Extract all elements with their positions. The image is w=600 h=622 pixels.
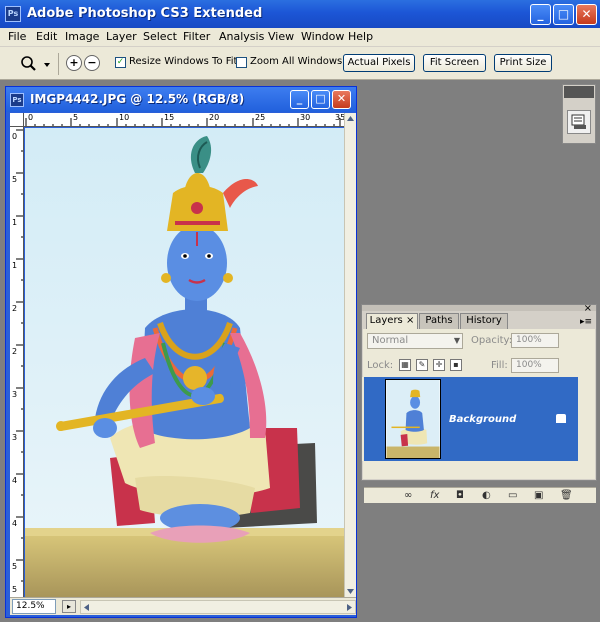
opacity-label: Opacity: bbox=[471, 335, 513, 346]
chevron-down-icon: ▼ bbox=[453, 336, 460, 345]
new-layer-icon[interactable]: ▣ bbox=[534, 490, 543, 501]
ruler-label: 0 bbox=[28, 113, 34, 122]
options-separator bbox=[58, 53, 59, 75]
ruler-label: 10 bbox=[119, 113, 130, 122]
ruler-label: 3 bbox=[12, 433, 18, 442]
layers-panel-body: Normal ▼ Opacity: 100% Lock: ▦ ✎ ✛ ▪ Fil… bbox=[362, 329, 596, 503]
lock-label: Lock: bbox=[367, 360, 394, 371]
ruler-label: 2 bbox=[12, 304, 18, 313]
zoom-all-windows-label: Zoom All Windows bbox=[250, 56, 343, 67]
close-button[interactable]: ✕ bbox=[576, 4, 597, 25]
options-bar: + − ✓ Resize Windows To Fit Zoom All Win… bbox=[0, 47, 600, 80]
resize-windows-checkbox[interactable]: ✓ bbox=[115, 57, 126, 68]
document-title-bar[interactable]: Ps IMGP4442.JPG @ 12.5% (RGB/8) _ □ ✕ bbox=[6, 87, 356, 112]
blend-mode-select[interactable]: Normal ▼ bbox=[367, 333, 463, 349]
new-group-icon[interactable]: ▭ bbox=[508, 490, 517, 501]
document-window: Ps IMGP4442.JPG @ 12.5% (RGB/8) _ □ ✕ 0 … bbox=[5, 86, 357, 618]
lock-position-icon[interactable]: ✛ bbox=[433, 359, 445, 371]
menu-window[interactable]: Window bbox=[301, 30, 344, 43]
ruler-label: 25 bbox=[255, 113, 266, 122]
ruler-label: 35 bbox=[335, 113, 344, 122]
document-title: IMGP4442.JPG @ 12.5% (RGB/8) bbox=[30, 92, 245, 106]
ruler-label: 5 bbox=[12, 175, 18, 184]
lock-image-icon[interactable]: ✎ bbox=[416, 359, 428, 371]
trash-icon[interactable]: 🗑 bbox=[560, 490, 573, 501]
menu-edit[interactable]: Edit bbox=[36, 30, 57, 43]
ruler-label: 1 bbox=[12, 261, 18, 270]
layer-thumbnail bbox=[385, 379, 441, 459]
menu-file[interactable]: File bbox=[8, 30, 26, 43]
ruler-label: 4 bbox=[12, 476, 18, 485]
link-layers-icon[interactable]: ∞ bbox=[404, 490, 412, 501]
ruler-origin[interactable] bbox=[10, 113, 24, 127]
photoshop-app-icon[interactable]: Ps bbox=[5, 6, 21, 22]
ruler-label: 5 bbox=[12, 585, 18, 594]
document-icon: Ps bbox=[10, 93, 24, 107]
ruler-label: 1 bbox=[12, 218, 18, 227]
menu-help[interactable]: Help bbox=[348, 30, 373, 43]
panel-menu-icon[interactable]: ▸≡ bbox=[580, 317, 592, 327]
ruler-label: 30 bbox=[300, 113, 311, 122]
panel-dock bbox=[562, 84, 596, 144]
tab-layers[interactable]: Layers × bbox=[366, 313, 418, 330]
ruler-label: 5 bbox=[73, 113, 79, 122]
zoom-in-icon[interactable]: + bbox=[66, 55, 82, 71]
status-menu-icon[interactable]: ▸ bbox=[62, 600, 76, 613]
document-canvas[interactable] bbox=[25, 128, 344, 597]
status-bar: 12.5% ▸ bbox=[10, 597, 356, 615]
resize-windows-label: Resize Windows To Fit bbox=[129, 56, 238, 67]
fit-screen-button[interactable]: Fit Screen bbox=[423, 54, 486, 72]
add-mask-icon[interactable]: ◘ bbox=[456, 490, 464, 501]
ruler-label: 5 bbox=[12, 562, 18, 571]
dock-grip[interactable] bbox=[564, 86, 594, 98]
layer-lock-icon bbox=[556, 414, 566, 423]
ruler-label: 4 bbox=[12, 519, 18, 528]
adjustment-layer-icon[interactable]: ◐ bbox=[482, 490, 491, 501]
menu-select[interactable]: Select bbox=[143, 30, 177, 43]
tool-presets-icon[interactable] bbox=[567, 110, 591, 134]
ruler-vertical[interactable]: 0 5 1 1 2 2 3 3 4 4 5 5 bbox=[10, 127, 24, 597]
maximize-button[interactable]: □ bbox=[553, 4, 574, 25]
fill-label: Fill: bbox=[491, 360, 508, 371]
opacity-field[interactable]: 100% bbox=[511, 333, 559, 348]
panel-drag-bar[interactable] bbox=[362, 305, 596, 311]
app-title-bar: Ps Adobe Photoshop CS3 Extended _ □ ✕ bbox=[0, 0, 600, 28]
layer-name[interactable]: Background bbox=[449, 414, 516, 425]
actual-pixels-button[interactable]: Actual Pixels bbox=[343, 54, 415, 72]
blend-mode-value: Normal bbox=[372, 335, 409, 346]
lock-transparent-icon[interactable]: ▦ bbox=[399, 359, 411, 371]
menu-image[interactable]: Image bbox=[65, 30, 99, 43]
menu-layer[interactable]: Layer bbox=[106, 30, 137, 43]
zoom-all-windows-checkbox[interactable] bbox=[236, 57, 247, 68]
minimize-button[interactable]: _ bbox=[530, 4, 551, 25]
print-size-button[interactable]: Print Size bbox=[494, 54, 552, 72]
vertical-scrollbar[interactable] bbox=[344, 113, 356, 597]
ruler-label: 3 bbox=[12, 390, 18, 399]
ruler-label: 2 bbox=[12, 347, 18, 356]
menu-bar: File Edit Image Layer Select Filter Anal… bbox=[0, 28, 600, 47]
panel-close-icon[interactable]: × bbox=[584, 303, 592, 314]
doc-close-button[interactable]: ✕ bbox=[332, 90, 351, 109]
zoom-level-field[interactable]: 12.5% bbox=[12, 599, 56, 614]
ruler-label: 20 bbox=[209, 113, 220, 122]
ruler-label: 15 bbox=[164, 113, 175, 122]
layers-footer: ∞ fx ◘ ◐ ▭ ▣ 🗑 bbox=[364, 487, 596, 503]
doc-minimize-button[interactable]: _ bbox=[290, 90, 309, 109]
layer-style-icon[interactable]: fx bbox=[430, 490, 439, 501]
menu-view[interactable]: View bbox=[268, 30, 294, 43]
tab-paths[interactable]: Paths bbox=[419, 313, 459, 329]
ruler-label: 0 bbox=[12, 132, 18, 141]
tab-history[interactable]: History bbox=[460, 313, 508, 329]
menu-filter[interactable]: Filter bbox=[183, 30, 210, 43]
layers-panel: × Layers × Paths History ▸≡ Normal ▼ Opa… bbox=[361, 303, 597, 503]
menu-analysis[interactable]: Analysis bbox=[219, 30, 264, 43]
horizontal-scrollbar[interactable] bbox=[80, 600, 356, 614]
app-title: Adobe Photoshop CS3 Extended bbox=[27, 6, 263, 21]
ruler-horizontal[interactable]: 0 5 10 15 20 25 30 35 bbox=[24, 113, 344, 127]
zoom-tool-icon[interactable] bbox=[20, 55, 50, 73]
fill-field[interactable]: 100% bbox=[511, 358, 559, 373]
doc-maximize-button[interactable]: □ bbox=[311, 90, 330, 109]
lock-all-icon[interactable]: ▪ bbox=[450, 359, 462, 371]
zoom-out-icon[interactable]: − bbox=[84, 55, 100, 71]
